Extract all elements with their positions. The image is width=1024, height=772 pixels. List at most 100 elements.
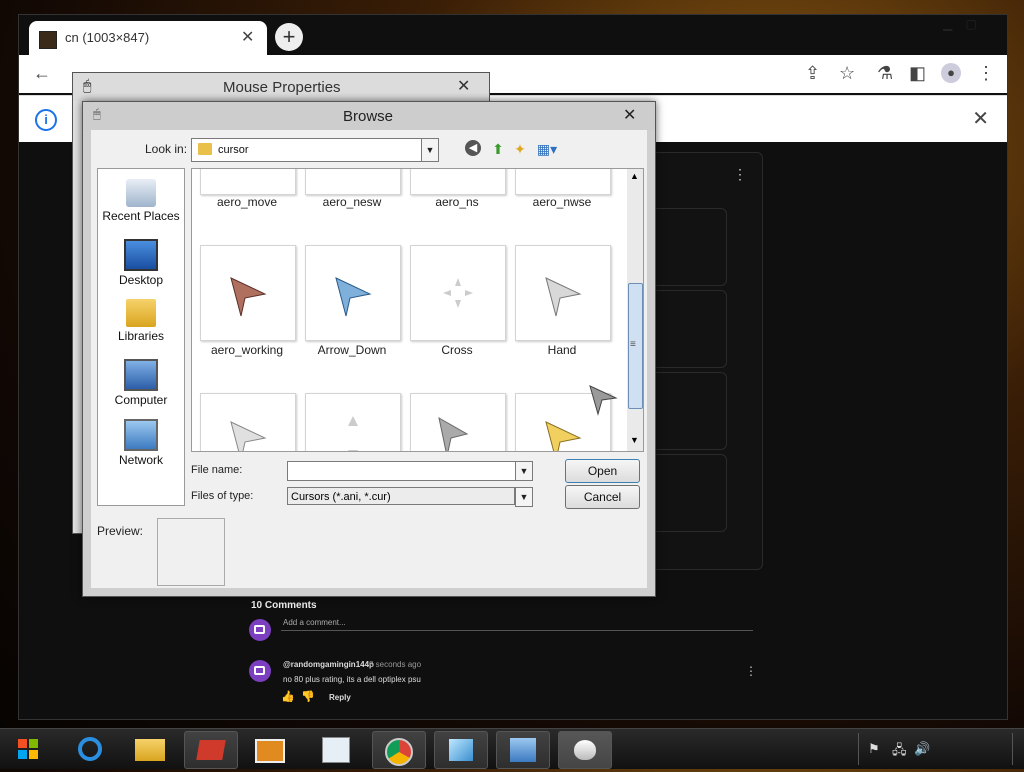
file-name-label: aero_ns: [435, 195, 479, 209]
desktop-icon: [124, 239, 158, 271]
scroll-up-icon[interactable]: ▲: [630, 171, 639, 181]
taskbar-app-glass[interactable]: [434, 731, 488, 769]
file-explorer-icon: [135, 739, 165, 761]
up-folder-icon[interactable]: ⬆: [489, 140, 507, 158]
video-thumb[interactable]: [649, 208, 727, 286]
file-name-label: Cross: [441, 343, 473, 357]
cancel-button[interactable]: Cancel: [565, 485, 640, 509]
taskbar-media-player[interactable]: [244, 731, 296, 767]
view-menu-icon[interactable]: ▦▾: [535, 140, 559, 158]
comment-author[interactable]: @randomgamingin144p: [283, 660, 374, 669]
file-thumb-aero-nwse[interactable]: [515, 169, 611, 195]
chevron-down-icon[interactable]: ▼: [515, 461, 533, 481]
file-thumb-arrow-down[interactable]: [305, 245, 401, 341]
back-icon[interactable]: ◀: [465, 140, 481, 156]
place-desktop[interactable]: Desktop: [98, 233, 184, 287]
window-controls[interactable]: ▁ ▢: [943, 17, 977, 31]
taskbar-chrome[interactable]: [372, 731, 426, 769]
place-computer[interactable]: Computer: [98, 353, 184, 407]
start-button[interactable]: [2, 731, 54, 767]
computer-icon: [124, 359, 158, 391]
comment-menu-icon[interactable]: ⋮: [745, 664, 757, 678]
comment-input-underline: [281, 630, 753, 631]
reply-button[interactable]: Reply: [329, 693, 351, 702]
taskbar-app-red[interactable]: [184, 731, 238, 769]
file-thumb-aero-nesw[interactable]: [305, 169, 401, 195]
file-thumb[interactable]: [200, 393, 296, 451]
taskbar-internet-explorer[interactable]: [64, 731, 116, 767]
files-of-type-select[interactable]: Cursors (*.ani, *.cur): [287, 487, 515, 505]
file-thumb-aero-working[interactable]: [200, 245, 296, 341]
volume-icon[interactable]: 🔊: [914, 741, 930, 757]
side-panel-icon[interactable]: ◧: [909, 63, 926, 84]
video-thumb[interactable]: [649, 290, 727, 368]
card-menu-icon[interactable]: ⋮: [733, 166, 747, 183]
file-name-label: aero_move: [216, 195, 278, 209]
file-thumb-hand[interactable]: [515, 245, 611, 341]
file-name-label: aero_nesw: [322, 195, 382, 209]
video-thumb[interactable]: [649, 454, 727, 532]
labs-flask-icon[interactable]: ⚗: [877, 63, 893, 84]
cross-cursor-icon: [443, 278, 473, 308]
file-thumb-cross[interactable]: [410, 245, 506, 341]
maximize-icon[interactable]: ▢: [966, 17, 977, 31]
taskbar-file-explorer[interactable]: [124, 731, 176, 767]
back-arrow-icon[interactable]: ←: [33, 63, 51, 84]
thumbs-down-icon[interactable]: 👎: [301, 690, 315, 703]
open-button[interactable]: Open: [565, 459, 640, 483]
taskbar-mouse-properties[interactable]: [558, 731, 612, 769]
file-thumb[interactable]: [410, 393, 506, 451]
place-label: Network: [118, 453, 163, 467]
browse-close-icon[interactable]: ✕: [623, 105, 636, 125]
chevron-down-icon[interactable]: ▼: [515, 487, 533, 507]
new-folder-icon[interactable]: ✦: [511, 140, 529, 158]
file-name-label: aero_nwse: [532, 195, 592, 209]
browser-tab[interactable]: cn (1003×847) ✕: [29, 21, 267, 55]
show-desktop-button[interactable]: [1012, 733, 1023, 765]
favicon-icon: [39, 31, 57, 49]
browse-body: Look in: cursor ▼ ◀ ⬆ ✦ ▦▾ Recent Places…: [91, 130, 647, 588]
place-recent-places[interactable]: Recent Places: [98, 173, 184, 223]
cursor-arrow-icon: [230, 421, 267, 451]
share-icon[interactable]: ⇪: [805, 63, 820, 84]
thumbs-up-icon[interactable]: 👍: [281, 690, 295, 703]
taskbar-network[interactable]: [496, 731, 550, 769]
place-label: Libraries: [117, 329, 165, 343]
scroll-down-icon[interactable]: ▼: [630, 435, 639, 445]
file-thumb[interactable]: [305, 393, 401, 451]
infobar-close-icon[interactable]: ✕: [972, 106, 989, 131]
internet-explorer-icon: [78, 737, 102, 761]
folder-icon: [198, 143, 212, 155]
file-name-label: aero_working: [210, 343, 284, 357]
menu-kebab-icon[interactable]: ⋮: [977, 63, 995, 84]
network-tray-icon[interactable]: 🖧: [892, 741, 907, 763]
place-libraries[interactable]: Libraries: [98, 293, 184, 343]
add-comment-input[interactable]: Add a comment...: [283, 618, 346, 627]
look-in-dropdown[interactable]: cursor ▼: [191, 138, 439, 162]
new-tab-button[interactable]: +: [275, 23, 303, 51]
file-thumb-aero-ns[interactable]: [410, 169, 506, 195]
file-thumb-aero-move[interactable]: [200, 169, 296, 195]
resize-cursor-icon: [348, 416, 358, 451]
network-icon: [124, 419, 158, 451]
tab-close-icon[interactable]: ✕: [241, 27, 254, 47]
file-name-input[interactable]: [287, 461, 517, 481]
look-in-label: Look in:: [145, 142, 188, 156]
minimize-icon[interactable]: ▁: [943, 17, 952, 31]
browse-titlebar[interactable]: 🖱 Browse ✕: [83, 102, 655, 130]
video-thumb[interactable]: [649, 372, 727, 450]
file-name-label: Hand: [547, 343, 577, 357]
cursor-arrow-icon: [230, 277, 267, 317]
mouse-properties-title: Mouse Properties: [223, 79, 341, 96]
file-list: aero_move aero_nesw aero_ns aero_nwse ae…: [191, 168, 629, 452]
chevron-down-icon[interactable]: ▼: [421, 139, 438, 161]
bookmark-star-icon[interactable]: ☆: [839, 63, 855, 84]
profile-avatar-icon[interactable]: ●: [941, 63, 961, 83]
taskbar-control-panel[interactable]: [310, 731, 362, 767]
mouse-properties-titlebar[interactable]: 🖱 Mouse Properties ✕: [73, 73, 489, 101]
browse-title: Browse: [343, 108, 394, 125]
mouse-properties-close-icon[interactable]: ✕: [457, 76, 470, 96]
file-list-scrollbar[interactable]: ▲ ≡ ▼: [627, 168, 644, 452]
action-center-flag-icon[interactable]: ⚑: [868, 741, 880, 757]
place-network[interactable]: Network: [98, 413, 184, 467]
